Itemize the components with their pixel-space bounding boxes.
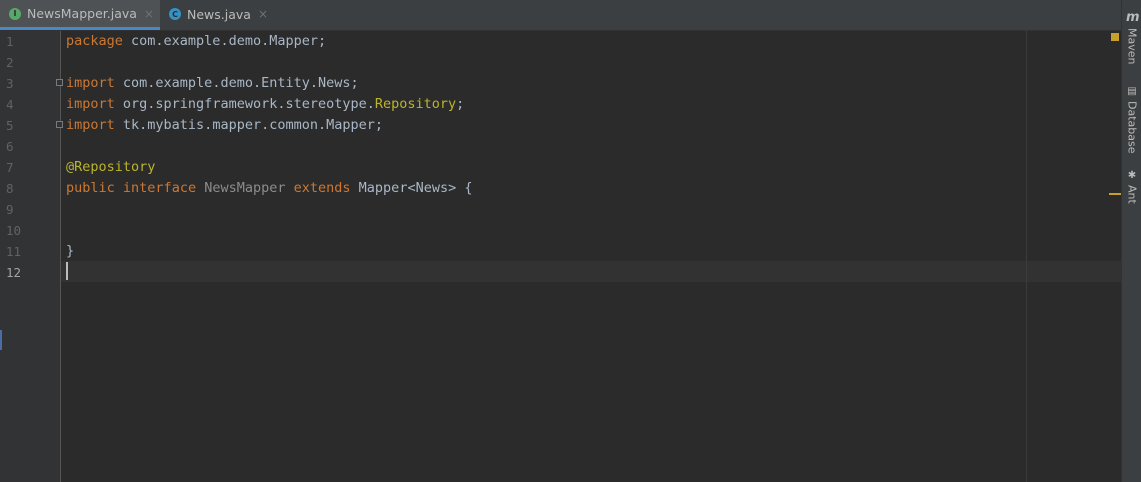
interface-name: NewsMapper: [204, 180, 286, 196]
tab-news-java[interactable]: C News.java ×: [163, 0, 274, 28]
code-line-11: }: [66, 241, 74, 262]
keyword: public: [66, 180, 115, 196]
close-icon[interactable]: ×: [144, 7, 154, 21]
code-text: com.example.demo.Mapper;: [122, 33, 327, 49]
keyword: import: [66, 75, 115, 91]
close-icon[interactable]: ×: [258, 7, 268, 21]
tab-newsmapper-java[interactable]: I NewsMapper.java ×: [0, 0, 160, 30]
right-margin-guide: [1026, 31, 1027, 482]
ant-icon: ✱: [1126, 170, 1138, 181]
line-number: 5: [6, 118, 14, 133]
line-number: 7: [6, 160, 14, 175]
tool-label: Database: [1125, 101, 1139, 154]
maven-tool-button[interactable]: Maven: [1122, 28, 1141, 64]
warning-marker[interactable]: [1109, 193, 1121, 195]
code-editor[interactable]: package com.example.demo.Mapper; import …: [61, 31, 1121, 482]
line-number: 1: [6, 34, 14, 49]
line-number: 4: [6, 97, 14, 112]
scroll-indicator: [0, 330, 2, 350]
annotation: @Repository: [66, 159, 156, 175]
right-tool-window-bar: m Maven ▤ Database ✱ Ant: [1121, 0, 1141, 482]
line-number: 3: [6, 76, 14, 91]
closing-brace: }: [66, 243, 75, 259]
keyword: import: [66, 117, 115, 133]
line-number: 8: [6, 181, 14, 196]
keyword: extends: [293, 180, 351, 196]
keyword: interface: [122, 180, 197, 196]
line-number: 6: [6, 139, 14, 154]
line-number: 2: [6, 55, 14, 70]
tab-label: News.java: [187, 6, 251, 22]
class-icon: C: [169, 8, 181, 20]
line-number: 11: [6, 244, 22, 259]
interface-icon: I: [9, 7, 21, 20]
tool-label: Ant: [1125, 185, 1139, 204]
code-text: com.example.demo.Entity.News;: [114, 75, 359, 91]
line-number-gutter[interactable]: 1 2 3 4 5 6 7 8 9 10 11 12: [0, 31, 63, 482]
annotation-class: Repository: [374, 96, 457, 112]
database-icon: ▤: [1126, 86, 1138, 97]
database-tool-button[interactable]: ▤ Database: [1122, 86, 1141, 154]
keyword: package: [66, 33, 123, 49]
text-caret: [66, 262, 68, 280]
tab-label: NewsMapper.java: [27, 6, 137, 21]
code-text: org.springframework.stereotype.: [114, 96, 375, 112]
code-text: tk.mybatis.mapper.common.Mapper;: [114, 117, 383, 133]
line-number-current: 12: [6, 265, 22, 280]
code-line-8: public interface NewsMapper extends Mapp…: [66, 178, 472, 199]
code-line-3: import com.example.demo.Entity.News;: [66, 73, 359, 94]
code-line-1: package com.example.demo.Mapper;: [66, 31, 326, 52]
keyword: import: [66, 96, 115, 112]
code-line-4: import org.springframework.stereotype.Re…: [66, 94, 464, 115]
current-line-highlight: [61, 261, 1121, 282]
code-text: Mapper<News> {: [350, 180, 473, 196]
line-number: 10: [6, 223, 22, 238]
warning-indicator-icon[interactable]: [1111, 33, 1119, 41]
code-line-5: import tk.mybatis.mapper.common.Mapper;: [66, 115, 383, 136]
code-line-7: @Repository: [66, 157, 155, 178]
tool-label: Maven: [1125, 28, 1139, 65]
error-stripe[interactable]: [1107, 31, 1121, 482]
code-text: ;: [456, 96, 465, 112]
ant-tool-button[interactable]: ✱ Ant: [1122, 170, 1141, 204]
editor-tab-bar: I NewsMapper.java × C News.java ×: [0, 0, 1121, 31]
maven-icon: m: [1126, 10, 1140, 25]
line-number: 9: [6, 202, 14, 217]
